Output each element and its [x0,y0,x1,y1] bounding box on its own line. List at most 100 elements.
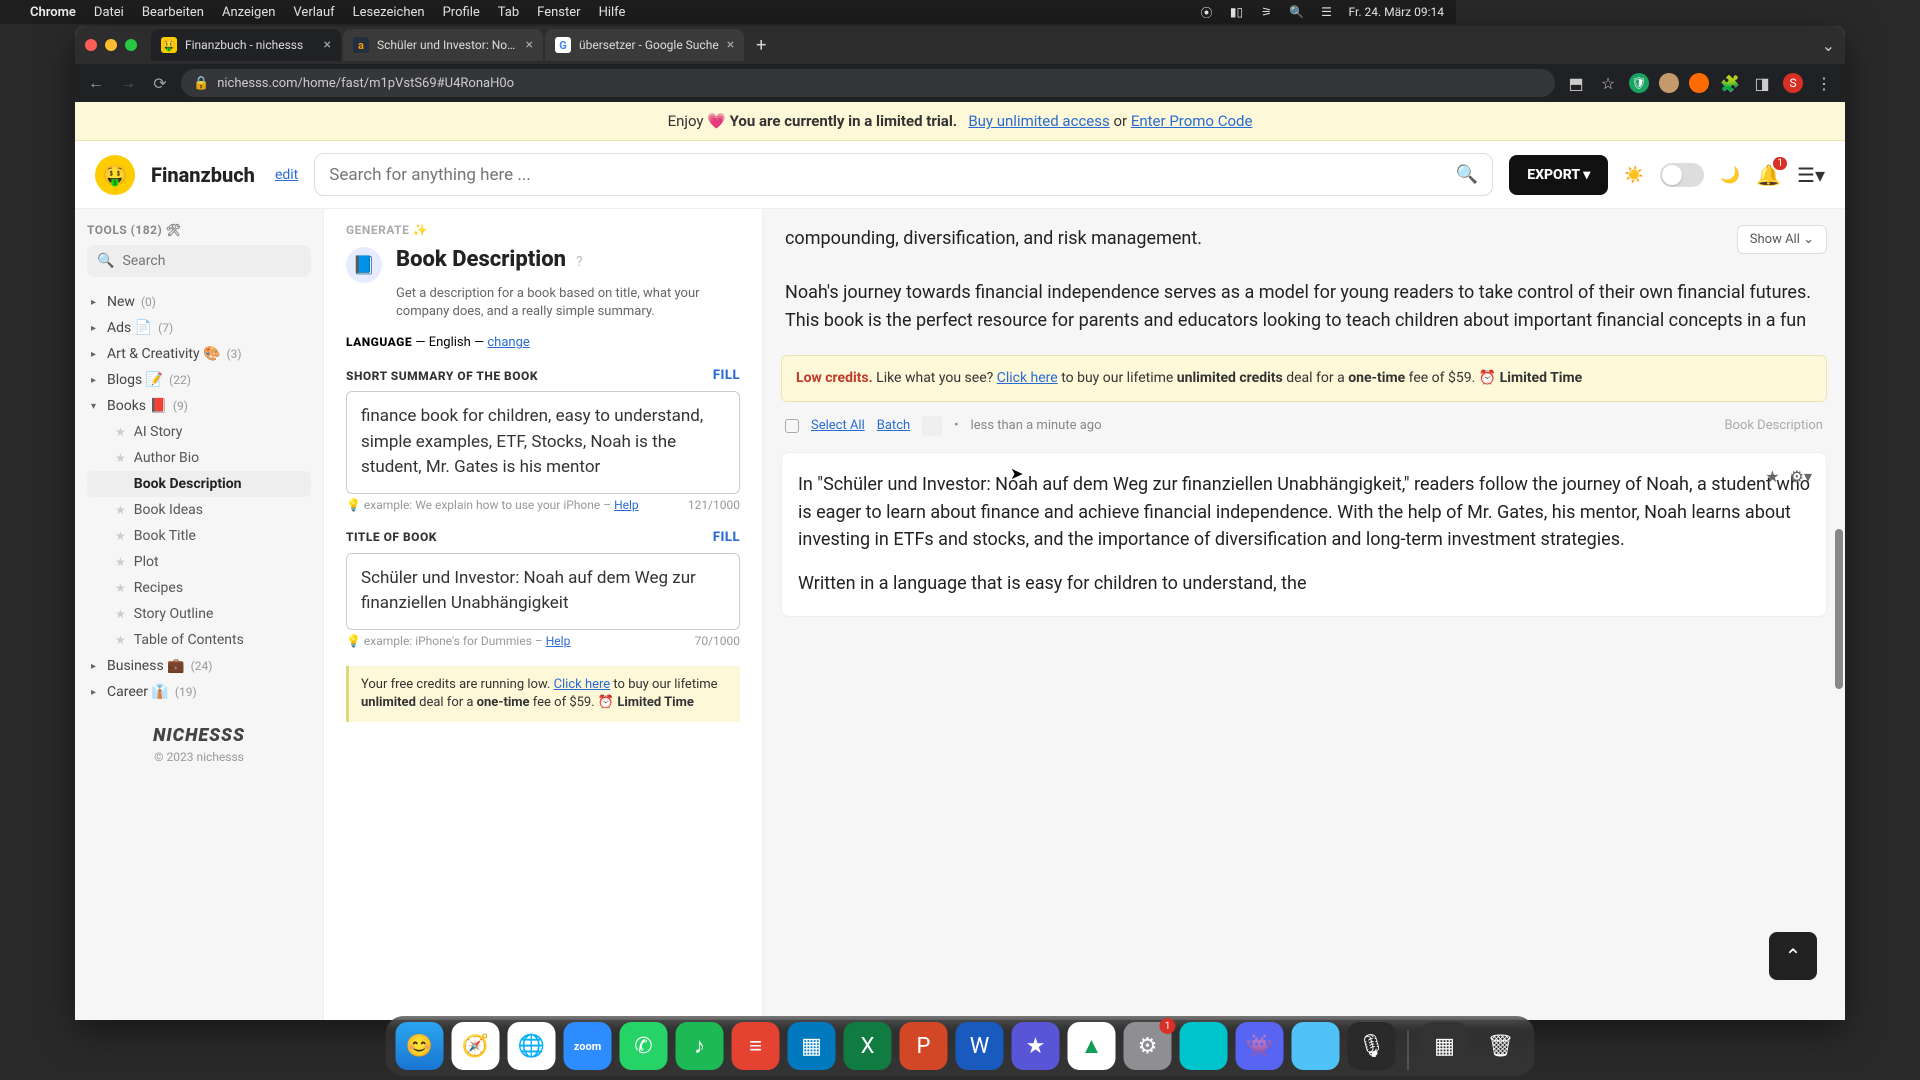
sidebar-item-book-description[interactable]: ★Book Description [87,471,311,497]
install-icon[interactable]: ⬒ [1565,74,1587,93]
dock-app[interactable]: 🎙 [1348,1022,1396,1070]
edit-project-link[interactable]: edit [275,167,298,183]
help-icon[interactable]: ? [576,254,583,270]
address-bar[interactable]: 🔒 nichesss.com/home/fast/m1pVstS69#U4Ron… [181,69,1555,97]
extensions-button[interactable]: 🧩 [1719,74,1741,93]
batch-link[interactable]: Batch [877,418,910,433]
show-all-dropdown[interactable]: Show All ⌄ [1737,225,1827,254]
tab-close-icon[interactable]: × [727,37,734,53]
category-new[interactable]: ▸New (0) [87,289,311,315]
menubar-item[interactable]: Datei [94,5,124,20]
sidebar-item-plot[interactable]: ★Plot [87,549,311,575]
search-icon[interactable]: 🔍 [1456,164,1478,185]
select-all-link[interactable]: Select All [811,418,865,433]
new-tab-button[interactable]: + [746,35,776,56]
dock-trash[interactable]: 🗑 [1477,1022,1525,1070]
app-logo[interactable]: 🤑 [95,155,135,195]
category-blogs[interactable]: ▸Blogs 📝 (22) [87,367,311,393]
dock-app[interactable] [1180,1022,1228,1070]
sidebar-item-recipes[interactable]: ★Recipes [87,575,311,601]
extension-icon[interactable]: 🛡 [1629,73,1649,93]
category-business[interactable]: ▸Business 💼 (24) [87,653,311,679]
category-ads[interactable]: ▸Ads 📄 (7) [87,315,311,341]
menu-button[interactable]: ☰▾ [1797,163,1825,187]
profile-avatar[interactable]: S [1783,73,1803,93]
browser-tab[interactable]: 🤑 Finanzbuch - nichesss × [151,29,341,61]
window-controls[interactable] [85,39,137,51]
bookmark-icon[interactable]: ☆ [1597,74,1619,93]
menubar-item[interactable]: Lesezeichen [353,5,425,20]
scrollbar-thumb[interactable] [1835,529,1843,689]
dock-safari[interactable]: 🧭 [452,1022,500,1070]
sidebar-item-book-title[interactable]: ★Book Title [87,523,311,549]
sidebar-item-ai-story[interactable]: ★AI Story [87,419,311,445]
dock-todoist[interactable]: ≡ [732,1022,780,1070]
dock-powerpoint[interactable]: P [900,1022,948,1070]
battery-icon[interactable]: ▮▯ [1229,4,1245,20]
help-link[interactable]: Help [614,498,639,512]
category-art[interactable]: ▸Art & Creativity 🎨 (3) [87,341,311,367]
copy-icon[interactable] [922,416,942,436]
menubar-item[interactable]: Tab [498,5,519,20]
menubar-item[interactable]: Hilfe [599,5,626,20]
change-language-link[interactable]: change [487,335,529,350]
back-button[interactable]: ← [85,73,107,93]
tab-overflow-icon[interactable]: ⌄ [1822,36,1835,55]
sidebar-item-story-outline[interactable]: ★Story Outline [87,601,311,627]
fill-button[interactable]: FILL [713,530,740,545]
search-input[interactable] [329,165,1456,185]
sidepanel-icon[interactable]: ◨ [1751,74,1773,93]
title-textarea[interactable]: Schüler und Investor: Noah auf dem Weg z… [346,553,740,630]
category-books[interactable]: ▾Books 📕 (9) [87,393,311,419]
tab-close-icon[interactable]: × [324,37,331,53]
menubar-item[interactable]: Fenster [537,5,580,20]
window-maximize[interactable] [125,39,137,51]
browser-tab[interactable]: a Schüler und Investor: Noah au × [343,29,543,61]
settings-icon[interactable]: ⚙▾ [1790,467,1812,486]
menubar-item[interactable]: Verlauf [293,5,334,20]
dock-settings[interactable]: ⚙1 [1124,1022,1172,1070]
help-link[interactable]: Help [546,634,571,648]
notifications-button[interactable]: 🔔1 [1756,163,1781,187]
menubar-item[interactable]: Profile [443,5,480,20]
dock-chrome[interactable]: 🌐 [508,1022,556,1070]
sidebar-item-author-bio[interactable]: ★Author Bio [87,445,311,471]
window-close[interactable] [85,39,97,51]
select-checkbox[interactable] [785,419,799,433]
extension-icon[interactable] [1659,73,1679,93]
favorite-icon[interactable]: ★ [1765,467,1779,486]
forward-button[interactable]: → [117,73,139,93]
dock-discord[interactable]: 👾 [1236,1022,1284,1070]
buy-access-link[interactable]: Buy unlimited access [968,112,1109,130]
dock-word[interactable]: W [956,1022,1004,1070]
menubar-app[interactable]: Chrome [30,5,76,20]
buy-credits-link[interactable]: Click here [997,370,1058,386]
spotlight-icon[interactable]: 🔍 [1289,4,1305,20]
sidebar-item-book-ideas[interactable]: ★Book Ideas [87,497,311,523]
category-career[interactable]: ▸Career 👔 (19) [87,679,311,705]
dock-finder[interactable]: 😊 [396,1022,444,1070]
dock-drive[interactable]: ▲ [1068,1022,1116,1070]
global-search[interactable]: 🔍 [314,153,1493,196]
wifi-icon[interactable]: ⚞ [1259,4,1275,20]
menubar-item[interactable]: Anzeigen [222,5,275,20]
tab-close-icon[interactable]: × [526,37,533,53]
dock-zoom[interactable]: zoom [564,1022,612,1070]
summary-textarea[interactable]: finance book for children, easy to under… [346,391,740,494]
sidebar-search[interactable]: 🔍 [87,245,311,277]
promo-code-link[interactable]: Enter Promo Code [1131,112,1253,130]
dock-spotify[interactable]: ♪ [676,1022,724,1070]
sidebar-item-toc[interactable]: ★Table of Contents [87,627,311,653]
theme-toggle[interactable] [1660,163,1704,187]
browser-tab[interactable]: G übersetzer - Google Suche × [545,29,744,61]
reload-button[interactable]: ⟳ [149,74,171,93]
export-button[interactable]: EXPORT ▾ [1509,155,1608,195]
dock-imovie[interactable]: ★ [1012,1022,1060,1070]
dock-app[interactable]: ▦ [1421,1022,1469,1070]
dock-whatsapp[interactable]: ✆ [620,1022,668,1070]
menubar-clock[interactable]: Fr. 24. März 09:14 [1349,5,1444,19]
fill-button[interactable]: FILL [713,368,740,383]
dock-app[interactable] [1292,1022,1340,1070]
buy-credits-link[interactable]: Click here [554,677,611,692]
dock-excel[interactable]: X [844,1022,892,1070]
